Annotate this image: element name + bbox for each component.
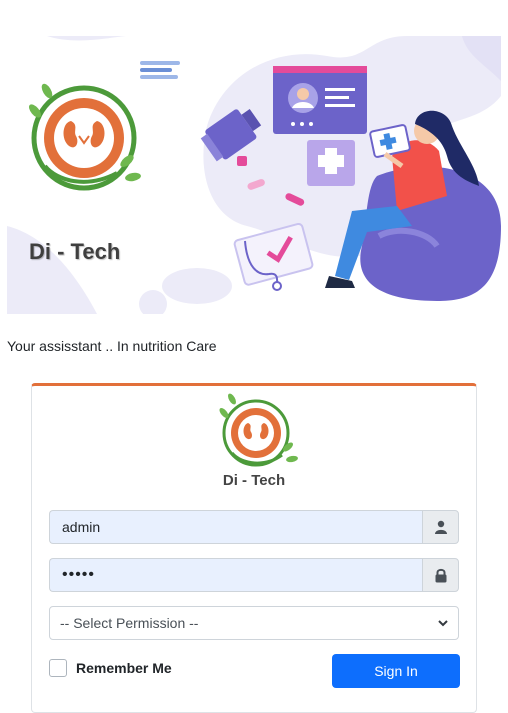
login-card: Di - Tech -- Select Permission -- Rememb…: [31, 383, 477, 713]
hero-brand-name: Di - Tech: [29, 239, 121, 264]
permission-select-wrapper: -- Select Permission --: [49, 606, 459, 640]
lock-icon: [422, 558, 459, 592]
brand-logo: [219, 393, 298, 467]
hero-illustration: [7, 36, 501, 314]
remember-me: Remember Me: [49, 659, 172, 677]
username-input[interactable]: [49, 510, 422, 544]
username-group: [49, 510, 459, 544]
chevron-down-icon: [438, 620, 448, 627]
permission-select[interactable]: -- Select Permission --: [49, 606, 459, 640]
remember-me-label: Remember Me: [76, 660, 172, 676]
hero-banner: Di - Tech: [7, 36, 501, 314]
tagline: Your assisstant .. In nutrition Care: [7, 338, 217, 354]
password-input[interactable]: [49, 558, 422, 592]
card-brand-name: Di - Tech: [222, 472, 286, 489]
password-group: [49, 558, 459, 592]
remember-me-checkbox[interactable]: [49, 659, 67, 677]
sign-in-button[interactable]: Sign In: [332, 654, 460, 688]
user-icon: [422, 510, 459, 544]
